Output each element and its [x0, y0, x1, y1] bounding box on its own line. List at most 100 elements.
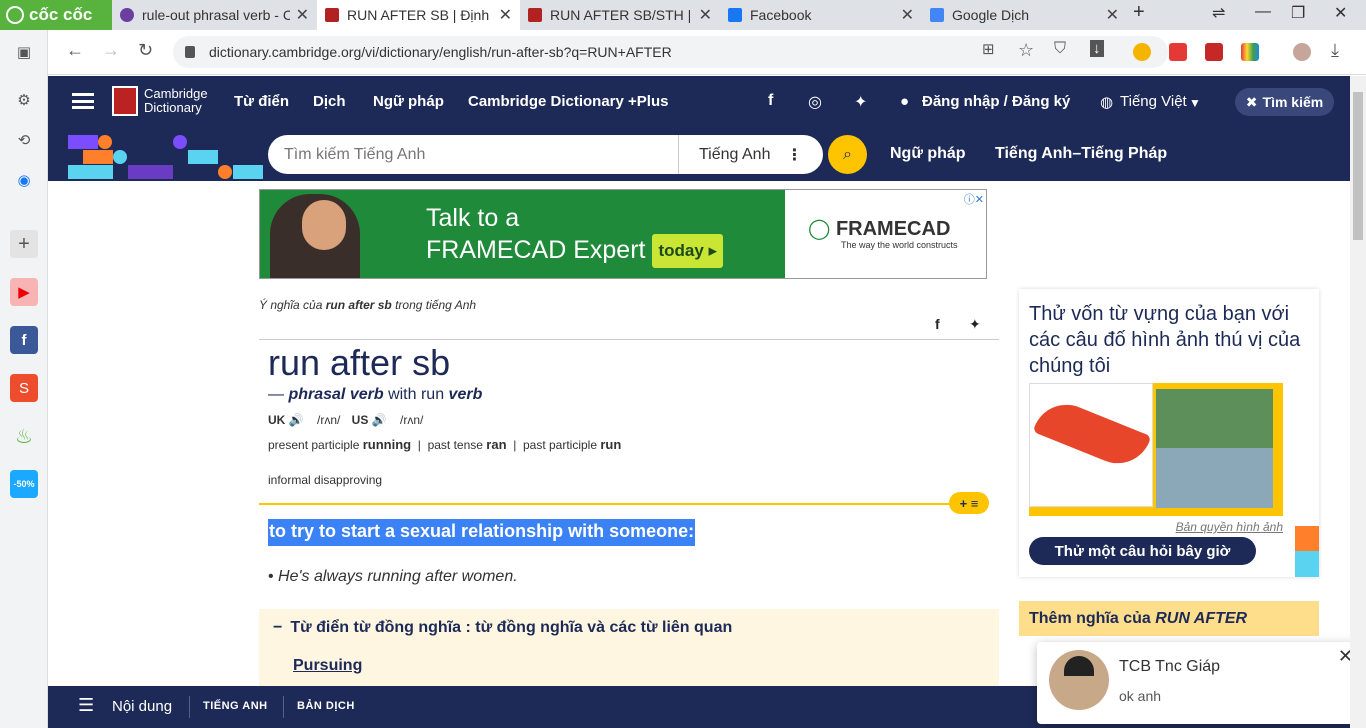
meaning-suffix: trong tiếng Anh [395, 298, 477, 312]
close-icon[interactable]: ✕ [499, 5, 512, 25]
search-submit-button[interactable]: ⌕ [828, 135, 867, 174]
more-vertical-icon: ⋮ [786, 146, 803, 164]
extension-icon[interactable] [1205, 43, 1223, 61]
ad-cta-button[interactable]: today ▸ [652, 234, 724, 269]
language-selector[interactable]: Tiếng Việt [1120, 93, 1187, 110]
thesaurus-link[interactable]: Pursuing [293, 657, 362, 675]
twitter-share-icon[interactable]: ✦ [969, 316, 981, 333]
extension-icon[interactable] [1133, 43, 1151, 61]
facebook-share-icon[interactable]: f [935, 316, 940, 332]
form-value: running [362, 437, 412, 452]
ad-brand-text: FRAMECAD [835, 218, 951, 240]
close-icon[interactable]: ✕ [296, 5, 309, 25]
decoration [128, 165, 173, 179]
tab-search-icon[interactable]: ⇌ [1212, 3, 1225, 23]
thesaurus-title[interactable]: − Từ điển từ đồng nghĩa : từ đồng nghĩa v… [273, 619, 732, 637]
twitter-icon[interactable]: ✦ [854, 92, 867, 112]
sidebar-toggle-icon[interactable]: ▣ [10, 38, 38, 66]
advertisement-banner[interactable]: Talk to a FRAMECAD Expert today ▸ ◯ FRAM… [259, 189, 987, 279]
facebook-icon[interactable]: f [768, 92, 773, 110]
cambridge-logo[interactable]: Cambridge Dictionary [112, 86, 208, 116]
tab-google-dich[interactable]: Google Dịch ✕ [922, 0, 1127, 30]
instagram-icon[interactable]: ◎ [808, 92, 822, 112]
nav-dictionary[interactable]: Từ điển [234, 93, 289, 110]
pos-dash: — [268, 386, 284, 403]
forward-icon[interactable]: → [102, 40, 120, 61]
close-icon[interactable]: ✕ [699, 5, 712, 25]
pos-verb: verb [448, 386, 483, 403]
minimize-icon[interactable]: — [1255, 3, 1271, 21]
new-extension-icon[interactable] [1169, 43, 1187, 61]
try-quiz-button[interactable]: Thử một câu hỏi bây giờ [1029, 537, 1256, 565]
more-word: RUN AFTER [1155, 609, 1248, 627]
tab-run-after-sb[interactable]: RUN AFTER SB | Định ng ✕ [317, 0, 520, 30]
quiz-images[interactable] [1029, 383, 1283, 516]
coccoc-logo[interactable]: cốc cốc [0, 0, 112, 30]
site-header: Cambridge Dictionary Từ điển Dịch Ngữ ph… [48, 76, 1350, 128]
downloads-icon[interactable]: ⤓ [1331, 40, 1339, 61]
image-credit-link[interactable]: Bản quyền hình ảnh [1176, 520, 1283, 534]
add-icon[interactable]: + [10, 230, 38, 258]
add-to-wordlist-button[interactable]: + ≡ [949, 492, 989, 514]
search-input[interactable]: Tìm kiếm Tiếng Anh Tiếng Anh ⋮ [268, 135, 823, 174]
grammar-link[interactable]: Ngữ pháp [890, 145, 966, 163]
ad-choices-icon[interactable]: ⓘ✕ [964, 191, 984, 207]
login-link[interactable]: Đăng nhập / Đăng ký [922, 93, 1070, 110]
tab-title: Facebook [750, 7, 812, 23]
shopee-icon[interactable]: S [10, 374, 38, 402]
uk-audio-speaker-icon[interactable]: 🔊 [289, 413, 304, 427]
profile-avatar[interactable] [1293, 43, 1311, 61]
new-tab-icon[interactable]: + [1133, 1, 1145, 24]
history-icon[interactable]: ⟲ [10, 126, 38, 154]
user-icon[interactable]: ● [900, 93, 909, 110]
form-label: past participle [522, 438, 598, 452]
shield-icon[interactable]: ⛉ [1054, 40, 1066, 58]
translate-icon[interactable]: ⊞ [982, 40, 995, 58]
english-french-link[interactable]: Tiếng Anh–Tiếng Pháp [995, 145, 1167, 163]
logo-line-1: Cambridge [144, 86, 208, 101]
extension-icon[interactable] [1241, 43, 1259, 61]
search-language-selector[interactable]: Tiếng Anh ⋮ [678, 135, 823, 174]
translation-tab[interactable]: BẢN DỊCH [297, 700, 355, 712]
back-icon[interactable]: ← [66, 40, 84, 61]
messenger-icon[interactable]: ◉ [10, 166, 38, 194]
settings-icon[interactable]: ⚙ [10, 86, 38, 114]
nav-grammar[interactable]: Ngữ pháp [373, 93, 444, 110]
search-toggle-button[interactable]: ✖ Tìm kiếm [1235, 88, 1334, 116]
close-icon[interactable]: ✕ [901, 5, 914, 25]
window-close-icon[interactable]: ✕ [1334, 3, 1347, 23]
youtube-icon[interactable]: ▶ [10, 278, 38, 306]
menu-icon[interactable]: ☰ [78, 695, 94, 716]
facebook-icon[interactable]: f [10, 326, 38, 354]
thesaurus-title-text: Từ điển từ đồng nghĩa : từ đồng nghĩa và… [290, 619, 733, 636]
coccoc-game-icon[interactable]: ♨ [10, 422, 38, 450]
ad-person-image [270, 194, 360, 278]
scrollbar[interactable] [1350, 76, 1366, 728]
ad-tagline: The way the world constructs [841, 240, 958, 250]
english-tab[interactable]: TIẾNG ANH [203, 700, 268, 712]
quiz-widget: Thử vốn từ vựng của bạn với các câu đố h… [1019, 289, 1319, 577]
uk-label: UK [268, 413, 286, 427]
globe-icon[interactable]: ◍ [1100, 93, 1113, 111]
tab-rule-out[interactable]: rule-out phrasal verb - C ✕ [112, 0, 317, 30]
close-icon[interactable]: ✕ [1106, 5, 1119, 25]
menu-icon[interactable] [72, 93, 94, 109]
us-audio-speaker-icon[interactable]: 🔊 [372, 413, 387, 427]
maximize-icon[interactable]: ❐ [1291, 3, 1305, 23]
contents-button[interactable]: Nội dung [112, 698, 172, 715]
decoration [188, 150, 218, 164]
nav-plus[interactable]: Cambridge Dictionary +Plus [468, 93, 668, 110]
address-bar: ← → ↻ dictionary.cambridge.org/vi/dictio… [48, 30, 1366, 75]
barge-image [1156, 389, 1273, 508]
tab-facebook[interactable]: Facebook ✕ [720, 0, 922, 30]
browser-sidebar: ▣ ⚙ ⟲ ◉ + ▶ f S ♨ -50% [0, 30, 48, 728]
tiki-icon[interactable]: -50% [10, 470, 38, 498]
download-page-icon[interactable]: ↓ [1090, 40, 1104, 57]
star-icon[interactable]: ☆ [1018, 40, 1034, 61]
tab-run-after-sb-sth[interactable]: RUN AFTER SB/STH | Đị ✕ [520, 0, 720, 30]
chat-notification[interactable]: TCB Tnc Giáp ok anh ✕ [1037, 642, 1361, 724]
chevron-down-icon[interactable]: ▼ [1189, 96, 1201, 110]
reload-icon[interactable]: ↻ [138, 40, 153, 61]
nav-translate[interactable]: Dịch [313, 93, 346, 110]
scrollbar-thumb[interactable] [1353, 92, 1363, 240]
